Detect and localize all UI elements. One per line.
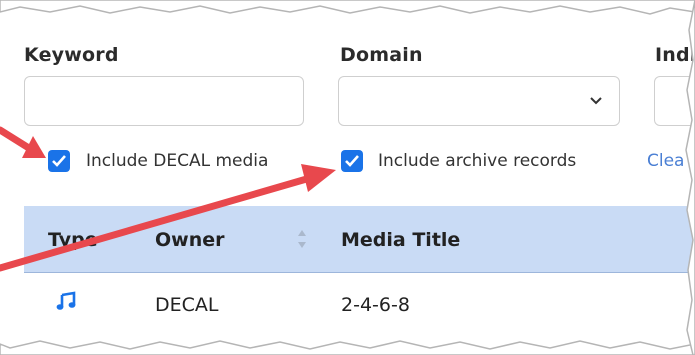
keyword-input[interactable]: [24, 76, 304, 126]
search-panel: Keyword Domain Indi Include DECAL media …: [0, 0, 695, 355]
include-decal-label[interactable]: Include DECAL media: [86, 151, 268, 171]
clear-link[interactable]: Clea: [647, 151, 684, 171]
include-archive-label[interactable]: Include archive records: [378, 151, 576, 171]
row-owner: DECAL: [155, 294, 219, 316]
sort-icon[interactable]: [297, 228, 307, 250]
domain-select[interactable]: [338, 76, 620, 126]
header-divider: [24, 272, 695, 273]
music-note-icon: [56, 291, 76, 310]
row-media-title[interactable]: 2-4-6-8: [341, 294, 410, 316]
chevron-down-icon: [590, 97, 602, 105]
include-decal-checkbox[interactable]: [48, 150, 70, 172]
third-filter-input[interactable]: [654, 76, 695, 126]
checkmark-icon: [345, 155, 359, 167]
keyword-label: Keyword: [24, 44, 119, 66]
column-header-type[interactable]: Type: [48, 229, 98, 251]
checkmark-icon: [52, 155, 66, 167]
third-filter-label: Indi: [655, 44, 695, 66]
include-archive-checkbox[interactable]: [341, 150, 363, 172]
column-header-media-title[interactable]: Media Title: [341, 229, 460, 251]
column-header-owner[interactable]: Owner: [155, 229, 225, 251]
domain-label: Domain: [340, 44, 423, 66]
